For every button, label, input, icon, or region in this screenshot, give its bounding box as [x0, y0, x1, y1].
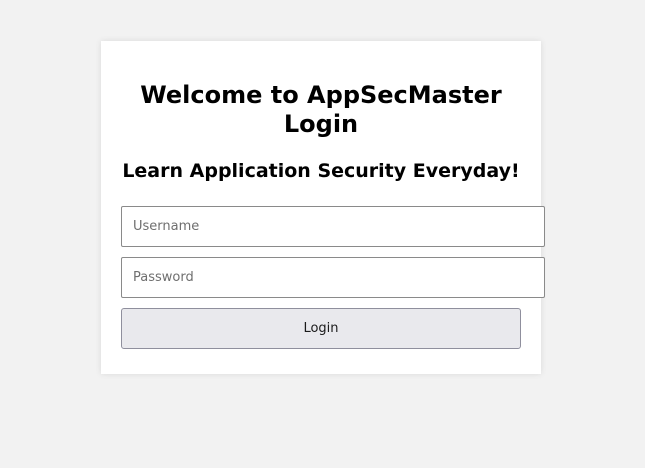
- page-title: Welcome to AppSecMaster Login: [140, 81, 502, 138]
- password-input[interactable]: [121, 257, 545, 298]
- login-button[interactable]: Login: [121, 308, 521, 349]
- login-card: Welcome to AppSecMaster Login Learn Appl…: [101, 41, 545, 374]
- username-input[interactable]: [121, 206, 545, 247]
- page-subtitle: Learn Application Security Everyday!: [122, 160, 520, 182]
